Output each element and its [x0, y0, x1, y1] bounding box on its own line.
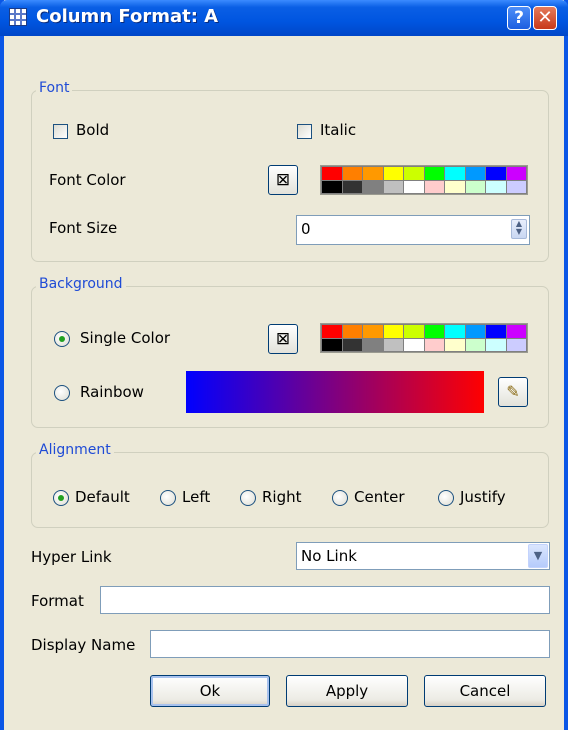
- palette-swatch[interactable]: [404, 325, 424, 338]
- palette-swatch[interactable]: [363, 167, 383, 180]
- ok-button[interactable]: Ok: [150, 675, 270, 707]
- format-label: Format: [31, 592, 84, 610]
- palette-swatch[interactable]: [506, 180, 526, 193]
- align-center-radio[interactable]: [332, 490, 348, 506]
- palette-swatch[interactable]: [424, 338, 444, 351]
- display-name-input[interactable]: [150, 630, 550, 658]
- align-left-radio[interactable]: [160, 490, 176, 506]
- palette-swatch[interactable]: [404, 180, 424, 193]
- title-bar[interactable]: Column Format: A ? ✕: [0, 0, 568, 36]
- align-justify-label[interactable]: Justify: [460, 488, 506, 506]
- align-default-radio[interactable]: [53, 490, 69, 506]
- single-color-radio[interactable]: [54, 331, 70, 347]
- palette-swatch[interactable]: [322, 167, 342, 180]
- pencil-edit-button[interactable]: ✎: [498, 377, 528, 407]
- palette-swatch[interactable]: [465, 180, 485, 193]
- chevron-down-icon[interactable]: ▼: [528, 544, 548, 568]
- align-left-label[interactable]: Left: [182, 488, 210, 506]
- font-size-value: 0: [301, 220, 311, 238]
- palette-swatch[interactable]: [342, 338, 362, 351]
- background-color-palette[interactable]: [320, 323, 528, 353]
- help-button[interactable]: ?: [507, 6, 531, 30]
- palette-swatch[interactable]: [465, 338, 485, 351]
- palette-swatch[interactable]: [465, 325, 485, 338]
- palette-swatch[interactable]: [342, 325, 362, 338]
- rainbow-gradient-bar[interactable]: [186, 371, 484, 413]
- background-no-color-button[interactable]: ⊠: [268, 324, 298, 354]
- palette-swatch[interactable]: [424, 180, 444, 193]
- font-group: Font Bold Italic Font Color ⊠ Font Size …: [31, 80, 549, 262]
- palette-swatch[interactable]: [404, 338, 424, 351]
- display-name-label: Display Name: [31, 636, 136, 654]
- hyper-link-dropdown[interactable]: No Link ▼: [296, 542, 550, 570]
- palette-swatch[interactable]: [445, 180, 465, 193]
- bold-checkbox[interactable]: [53, 124, 68, 139]
- palette-swatch[interactable]: [445, 167, 465, 180]
- palette-swatch[interactable]: [383, 325, 403, 338]
- format-input[interactable]: [100, 586, 550, 614]
- palette-swatch[interactable]: [383, 180, 403, 193]
- palette-swatch[interactable]: [342, 167, 362, 180]
- hyper-link-value: No Link: [301, 547, 357, 565]
- palette-swatch[interactable]: [383, 167, 403, 180]
- align-justify-radio[interactable]: [438, 490, 454, 506]
- palette-swatch[interactable]: [404, 167, 424, 180]
- font-size-label: Font Size: [49, 219, 118, 237]
- hyper-link-label: Hyper Link: [31, 548, 112, 566]
- palette-swatch[interactable]: [486, 325, 506, 338]
- palette-swatch[interactable]: [383, 338, 403, 351]
- column-format-dialog: Column Format: A ? ✕ Font Bold Italic Fo…: [0, 0, 568, 730]
- palette-swatch[interactable]: [322, 325, 342, 338]
- palette-swatch[interactable]: [363, 180, 383, 193]
- palette-swatch[interactable]: [322, 180, 342, 193]
- palette-swatch[interactable]: [322, 338, 342, 351]
- align-right-radio[interactable]: [240, 490, 256, 506]
- spinner-arrows-icon[interactable]: ▲ ▼: [511, 219, 527, 239]
- italic-checkbox[interactable]: [297, 124, 312, 139]
- align-center-label[interactable]: Center: [354, 488, 405, 506]
- palette-swatch[interactable]: [342, 180, 362, 193]
- alignment-group-legend: Alignment: [36, 442, 114, 458]
- background-group-legend: Background: [36, 276, 126, 292]
- alignment-group: Alignment Default Left Right Center Just…: [31, 442, 549, 528]
- palette-swatch[interactable]: [506, 338, 526, 351]
- palette-swatch[interactable]: [424, 325, 444, 338]
- palette-swatch[interactable]: [486, 180, 506, 193]
- single-color-label[interactable]: Single Color: [80, 329, 170, 347]
- apply-button[interactable]: Apply: [286, 675, 408, 707]
- palette-swatch[interactable]: [506, 167, 526, 180]
- close-button[interactable]: ✕: [533, 6, 557, 30]
- font-size-spinner[interactable]: 0 ▲ ▼: [296, 215, 530, 245]
- palette-swatch[interactable]: [424, 167, 444, 180]
- palette-swatch[interactable]: [445, 338, 465, 351]
- align-right-label[interactable]: Right: [262, 488, 302, 506]
- italic-label[interactable]: Italic: [320, 121, 356, 139]
- palette-swatch[interactable]: [465, 167, 485, 180]
- palette-swatch[interactable]: [445, 325, 465, 338]
- palette-swatch[interactable]: [363, 325, 383, 338]
- align-default-label[interactable]: Default: [75, 488, 130, 506]
- rainbow-radio[interactable]: [54, 385, 70, 401]
- font-no-color-button[interactable]: ⊠: [268, 165, 298, 195]
- bold-label[interactable]: Bold: [76, 121, 109, 139]
- table-grid-icon: [9, 8, 27, 26]
- font-color-palette[interactable]: [320, 165, 528, 195]
- palette-swatch[interactable]: [506, 325, 526, 338]
- background-group: Background Single Color ⊠ Rainbow ✎: [31, 276, 549, 428]
- dialog-title: Column Format: A: [36, 6, 219, 27]
- cancel-button[interactable]: Cancel: [424, 675, 546, 707]
- rainbow-label[interactable]: Rainbow: [80, 383, 144, 401]
- palette-swatch[interactable]: [486, 167, 506, 180]
- palette-swatch[interactable]: [486, 338, 506, 351]
- palette-swatch[interactable]: [363, 338, 383, 351]
- font-color-label: Font Color: [49, 171, 126, 189]
- font-group-legend: Font: [36, 80, 73, 96]
